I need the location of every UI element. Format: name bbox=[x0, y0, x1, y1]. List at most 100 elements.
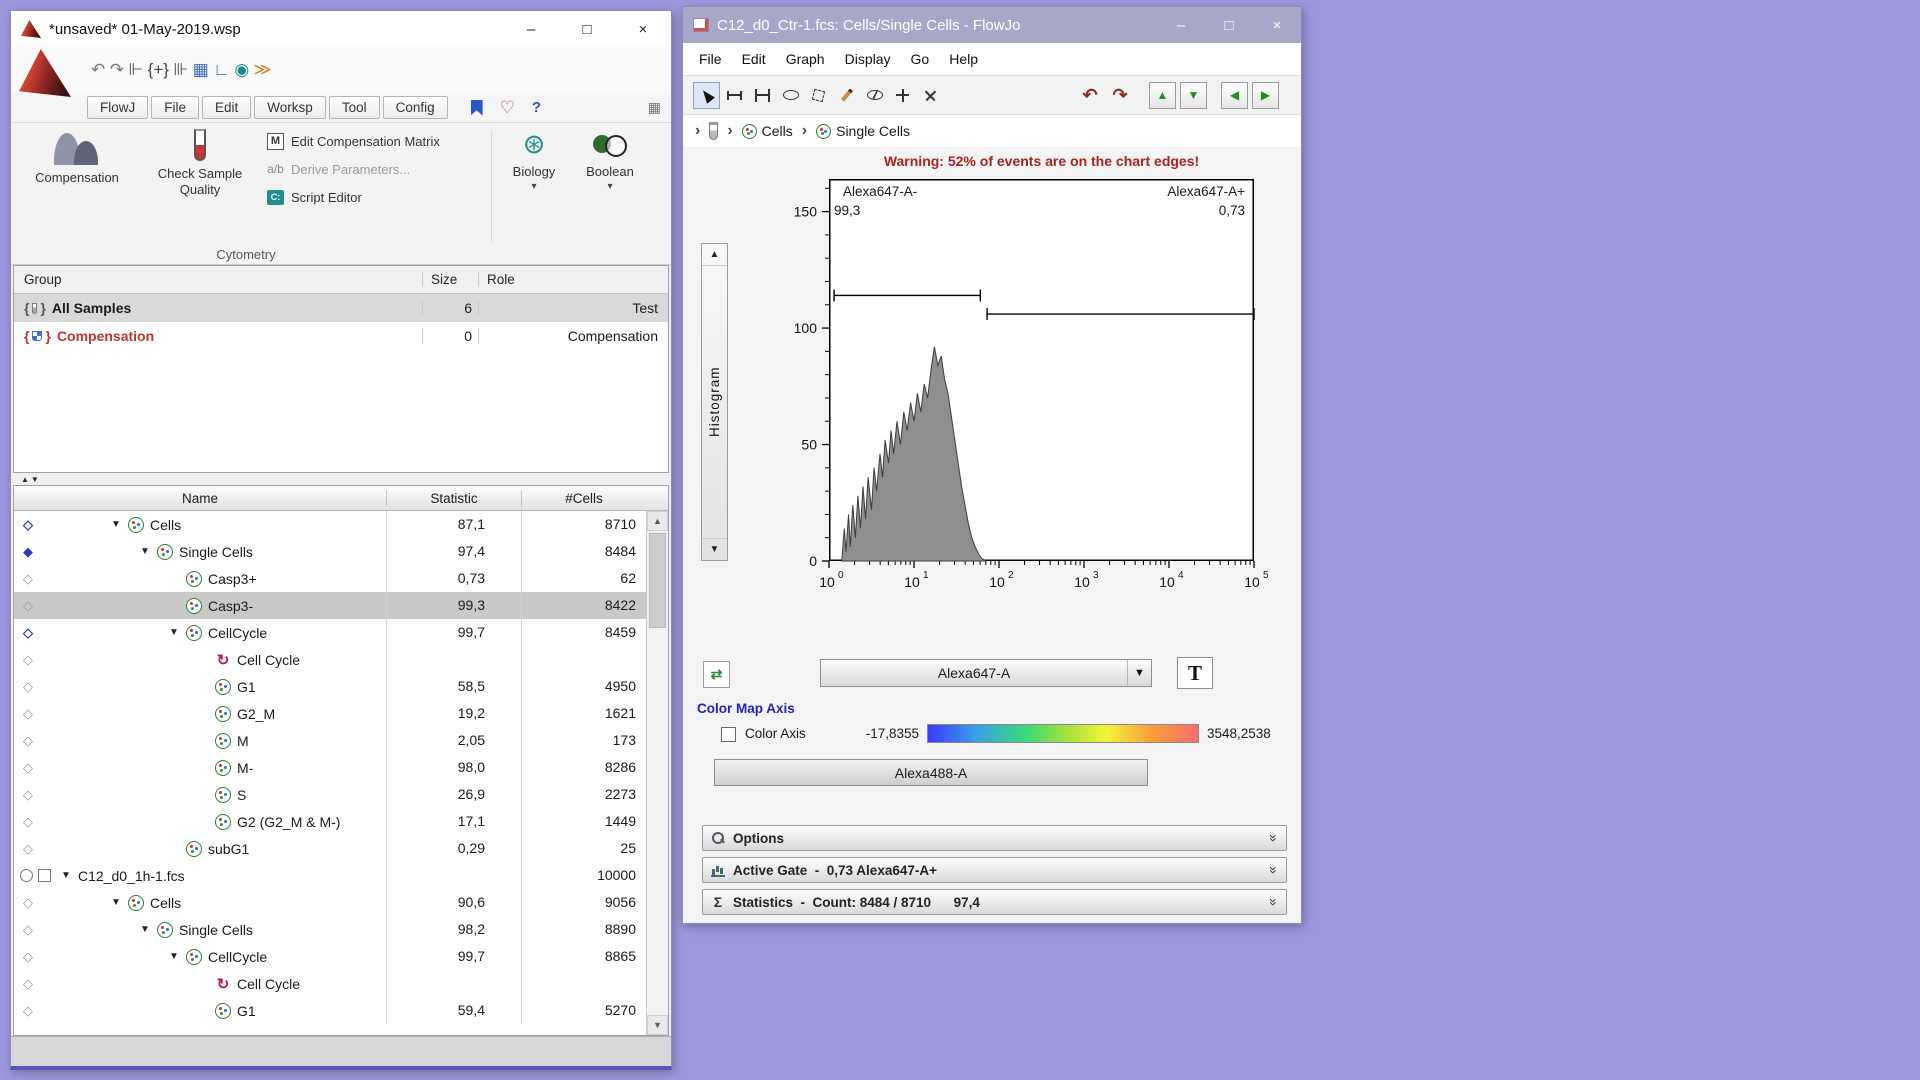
tree-row[interactable]: CellCycle 99,7 8459 bbox=[14, 619, 646, 646]
compensation-button[interactable]: Compensation bbox=[21, 129, 133, 186]
table-add-icon[interactable]: ▦ bbox=[648, 99, 661, 116]
range-gate-tool[interactable] bbox=[721, 82, 748, 109]
tree-row[interactable]: CellCycle 99,7 8865 bbox=[14, 943, 646, 970]
ribbon-tab[interactable]: Edit bbox=[202, 96, 251, 119]
expander-icon[interactable] bbox=[135, 924, 155, 935]
row-select-diamond-icon[interactable] bbox=[20, 727, 36, 754]
tree-row[interactable]: Cells 90,6 9056 bbox=[14, 889, 646, 916]
menu-item[interactable]: Help bbox=[939, 47, 988, 71]
table-editor-icon[interactable]: ▦ bbox=[193, 60, 209, 79]
ellipse-gate-tool[interactable] bbox=[777, 82, 804, 109]
expander-icon[interactable] bbox=[164, 627, 184, 638]
column-header-statistic[interactable]: Statistic bbox=[386, 491, 521, 506]
expander-icon[interactable] bbox=[135, 546, 155, 557]
scrollbar-track[interactable] bbox=[647, 531, 668, 1015]
redo-icon[interactable]: ↷ bbox=[1105, 85, 1135, 106]
sample-checkbox[interactable] bbox=[38, 869, 51, 882]
tree-row[interactable]: Cell Cycle bbox=[14, 970, 646, 997]
scroll-up-button[interactable]: ▲ bbox=[647, 511, 668, 531]
plot-type-label[interactable]: Histogram bbox=[702, 266, 727, 538]
bookmark-icon[interactable] bbox=[471, 100, 483, 116]
splitter-toggle-icons[interactable]: ▲▼ bbox=[21, 475, 41, 484]
add-tubes-icon[interactable]: ⊪ bbox=[173, 60, 188, 79]
next-sample-button[interactable]: ▶ bbox=[1252, 82, 1279, 109]
edit-compensation-matrix-button[interactable]: M Edit Compensation Matrix bbox=[267, 127, 503, 155]
tree-row[interactable]: G1 58,5 4950 bbox=[14, 673, 646, 700]
tree-row[interactable]: M- 98,0 8286 bbox=[14, 754, 646, 781]
undo-icon[interactable]: ↶ bbox=[1075, 85, 1105, 106]
sample-tube-icon[interactable] bbox=[709, 122, 718, 140]
tree-row[interactable]: subG1 0,29 25 bbox=[14, 835, 646, 862]
row-select-diamond-icon[interactable] bbox=[20, 808, 36, 835]
ribbon-tab[interactable]: Worksp bbox=[254, 96, 326, 119]
row-select-diamond-icon[interactable] bbox=[20, 754, 36, 781]
pencil-gate-tool[interactable] bbox=[833, 82, 860, 109]
autogate-tool[interactable] bbox=[861, 82, 888, 109]
row-select-diamond-icon[interactable] bbox=[20, 781, 36, 808]
color-axis-checkbox[interactable] bbox=[721, 727, 736, 742]
derive-parameters-button[interactable]: a/b Derive Parameters... bbox=[267, 155, 503, 183]
layout-editor-icon[interactable]: ∟ bbox=[213, 60, 230, 79]
row-select-diamond-icon[interactable] bbox=[20, 916, 36, 943]
breadcrumb-item-single-cells[interactable]: Single Cells bbox=[816, 123, 910, 139]
script-editor-button[interactable]: C: Script Editor bbox=[267, 183, 503, 211]
ribbon-tab[interactable]: FlowJ bbox=[87, 96, 148, 119]
column-header-role[interactable]: Role bbox=[478, 272, 668, 287]
column-header-name[interactable]: Name bbox=[14, 491, 386, 506]
transform-button[interactable]: ⇄ bbox=[703, 661, 730, 688]
row-select-diamond-icon[interactable] bbox=[20, 538, 36, 565]
plot-type-up-icon[interactable]: ▲ bbox=[702, 244, 727, 266]
options-section-header[interactable]: Options » bbox=[702, 825, 1287, 851]
row-select-diamond-icon[interactable] bbox=[20, 943, 36, 970]
column-header-cells[interactable]: #Cells bbox=[521, 491, 646, 506]
expand-section-icon[interactable]: » bbox=[1266, 834, 1282, 842]
expander-icon[interactable] bbox=[164, 951, 184, 962]
statistics-section-header[interactable]: Statistics - Count: 8484 / 8710 97,4 » bbox=[702, 889, 1287, 915]
pointer-tool[interactable] bbox=[693, 82, 720, 109]
add-sample-icon[interactable]: ⊩ bbox=[128, 60, 143, 79]
tree-row[interactable]: M 2,05 173 bbox=[14, 727, 646, 754]
quad-gate-tool[interactable] bbox=[889, 82, 916, 109]
boolean-button[interactable]: Boolean ▾ bbox=[578, 129, 642, 192]
expander-icon[interactable] bbox=[106, 897, 126, 908]
row-select-diamond-icon[interactable] bbox=[20, 970, 36, 997]
check-sample-quality-button[interactable]: Check SampleQuality bbox=[157, 129, 243, 199]
tree-row[interactable]: G2 (G2_M & M-) 17,1 1449 bbox=[14, 808, 646, 835]
tree-row[interactable]: Cell Cycle bbox=[14, 646, 646, 673]
menu-item[interactable]: File bbox=[689, 47, 732, 71]
plot-type-down-icon[interactable]: ▼ bbox=[702, 538, 727, 560]
expand-section-icon[interactable]: » bbox=[1266, 866, 1282, 874]
minimize-button[interactable]: – bbox=[1157, 7, 1205, 43]
tree-row[interactable]: Casp3+ 0,73 62 bbox=[14, 565, 646, 592]
row-select-diamond-icon[interactable] bbox=[20, 619, 36, 646]
menu-item[interactable]: Display bbox=[835, 47, 901, 71]
y-parameter-button[interactable]: Alexa488-A bbox=[714, 759, 1148, 786]
sample-radio[interactable] bbox=[20, 869, 33, 882]
breadcrumb-item-cells[interactable]: Cells bbox=[742, 123, 793, 139]
derive-parameter-icon[interactable]: {+} bbox=[148, 60, 169, 79]
row-select-diamond-icon[interactable] bbox=[20, 673, 36, 700]
maximize-button[interactable]: □ bbox=[1205, 7, 1253, 43]
active-gate-section-header[interactable]: Active Gate - 0,73 Alexa647-A+ » bbox=[702, 857, 1287, 883]
ancestor-up-button[interactable]: ▲ bbox=[1149, 82, 1176, 109]
panel-splitter[interactable]: ▲▼ bbox=[11, 473, 671, 485]
row-select-diamond-icon[interactable] bbox=[20, 565, 36, 592]
text-annotation-button[interactable]: T bbox=[1177, 657, 1213, 689]
scrollbar-thumb[interactable] bbox=[649, 533, 666, 628]
descendant-down-button[interactable]: ▼ bbox=[1180, 82, 1207, 109]
chevron-icon[interactable]: › bbox=[695, 122, 700, 140]
tree-row[interactable]: Single Cells 97,4 8484 bbox=[14, 538, 646, 565]
close-button[interactable]: × bbox=[615, 11, 671, 47]
row-select-diamond-icon[interactable] bbox=[20, 997, 36, 1024]
undo-icon[interactable]: ↶ bbox=[91, 60, 105, 79]
scroll-down-button[interactable]: ▼ bbox=[647, 1015, 668, 1035]
tree-row[interactable]: G1 59,4 5270 bbox=[14, 997, 646, 1024]
maximize-button[interactable]: □ bbox=[559, 11, 615, 47]
expander-icon[interactable] bbox=[106, 519, 126, 530]
tree-row[interactable]: Cells 87,1 8710 bbox=[14, 511, 646, 538]
x-parameter-dropdown[interactable]: Alexa647-A ▼ bbox=[820, 659, 1152, 687]
tree-row[interactable]: G2_M 19,2 1621 bbox=[14, 700, 646, 727]
expand-section-icon[interactable]: » bbox=[1266, 898, 1282, 906]
expander-icon[interactable] bbox=[56, 870, 76, 881]
help-icon[interactable]: ? bbox=[532, 99, 541, 116]
